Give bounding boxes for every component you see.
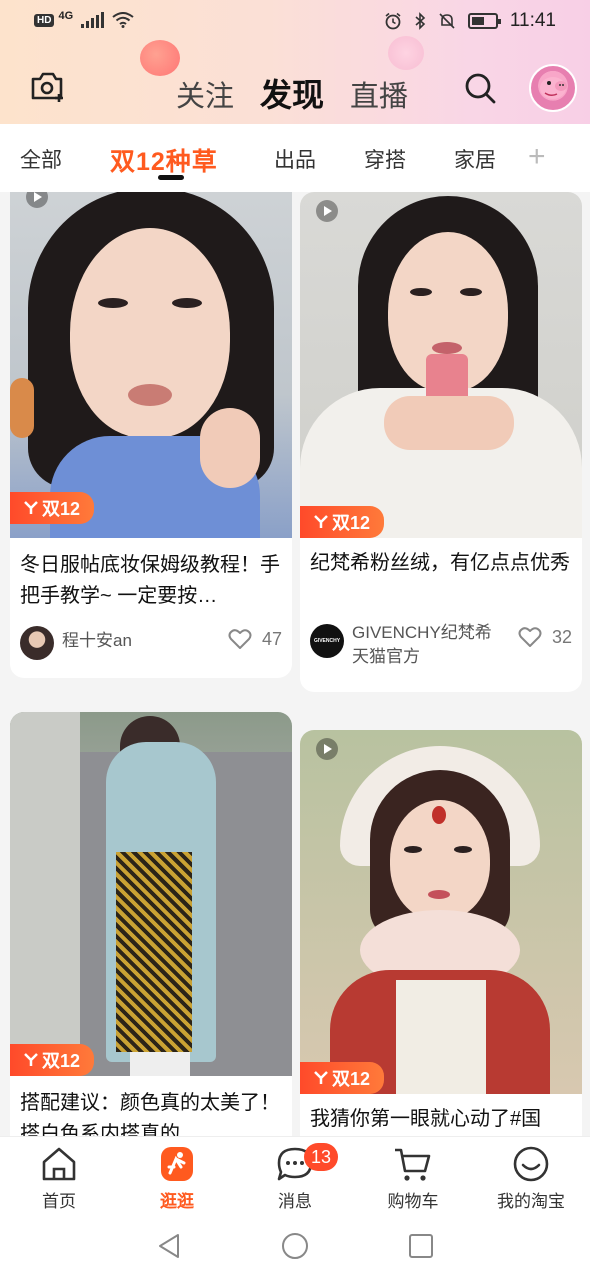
home-circle-icon[interactable] <box>281 1232 309 1260</box>
double12-tag: 双12 <box>300 1062 384 1094</box>
heart-icon[interactable] <box>228 628 252 650</box>
brand-avatar[interactable]: GIVENCHY <box>310 624 344 658</box>
card-title: 我猜你第一眼就心动了#国 <box>310 1108 542 1130</box>
like-count: 47 <box>261 629 282 649</box>
card-meta: 程十安an 47 <box>20 624 282 664</box>
peppa-avatar-icon <box>540 77 567 99</box>
status-time: 11:41 <box>509 10 556 31</box>
wifi-icon <box>112 12 134 28</box>
smile-icon <box>513 1146 549 1182</box>
search-icon[interactable] <box>462 70 498 106</box>
card-image: 双12 <box>10 712 292 1076</box>
tab-follow[interactable]: 关注 <box>176 73 234 115</box>
feed-card[interactable]: 双12 我猜你第一眼就心动了#国 <box>300 730 582 1136</box>
card-image: 双12 <box>10 192 292 538</box>
nav-item-my-taobao[interactable]: 我的淘宝 <box>476 1145 586 1212</box>
decoration-gift-icon <box>388 36 424 70</box>
nav-item-messages[interactable]: 13 消息 <box>240 1143 350 1212</box>
card-image: 双12 <box>300 192 582 538</box>
nav-item-home[interactable]: 首页 <box>4 1145 114 1212</box>
bluetooth-icon <box>415 12 426 30</box>
card-title: 搭配建议：颜色真的太美了！搭白色系内搭真的 <box>20 1092 280 1136</box>
double12-tag: 双12 <box>10 1044 94 1076</box>
tab-discover[interactable]: 发现 <box>260 70 324 116</box>
decoration-heart-icon <box>140 40 180 76</box>
feed-card[interactable]: 双12 搭配建议：颜色真的太美了！搭白色系内搭真的 <box>10 712 292 1136</box>
tag-y-icon <box>24 1053 38 1066</box>
category-home[interactable]: 家居 <box>454 144 496 174</box>
tag-y-icon <box>314 515 328 528</box>
heart-icon[interactable] <box>518 626 542 648</box>
top-tabs: 关注 发现 直播 <box>176 70 408 116</box>
bottom-nav: 首页 逛逛 13 消息 购物车 我的淘宝 <box>0 1136 590 1220</box>
category-products[interactable]: 出品 <box>274 144 316 174</box>
camera-add-icon[interactable] <box>30 70 66 104</box>
double12-tag: 双12 <box>300 506 384 538</box>
category-active-indicator <box>158 175 184 180</box>
add-category-button[interactable]: + <box>528 140 546 174</box>
nav-item-browse[interactable]: 逛逛 <box>122 1145 232 1212</box>
category-all[interactable]: 全部 <box>20 144 62 174</box>
author-name-line2[interactable]: 天猫官方 <box>352 646 522 668</box>
card-meta: GIVENCHY GIVENCHY纪梵希 天猫官方 32 <box>310 622 572 672</box>
message-count-badge: 13 <box>304 1143 338 1171</box>
tag-y-icon <box>314 1071 328 1084</box>
top-header: HD 4G 11:41 关注 发现 直播 <box>0 0 590 124</box>
network-type: 4G <box>58 10 74 22</box>
category-outfits[interactable]: 穿搭 <box>364 144 406 174</box>
signal-icon <box>81 12 105 28</box>
author-avatar[interactable] <box>20 626 54 660</box>
status-bar: HD 4G 11:41 <box>0 0 590 44</box>
user-avatar[interactable] <box>529 64 577 112</box>
video-play-icon <box>26 192 48 208</box>
recents-icon[interactable] <box>408 1233 434 1259</box>
like-count: 32 <box>551 627 572 647</box>
category-double12[interactable]: 双12种草 <box>110 142 218 178</box>
battery-icon <box>467 13 501 29</box>
author-name[interactable]: 程十安an <box>62 630 222 652</box>
home-icon <box>42 1147 76 1181</box>
feed-card[interactable]: 双12 冬日服帖底妆保姆级教程！手把手教学~ 一定要按… 程十安an 47 <box>10 192 292 678</box>
card-title: 纪梵希粉丝绒，有亿点点优秀 <box>310 552 570 574</box>
alarm-icon <box>385 12 401 30</box>
feed-card[interactable]: 双12 纪梵希粉丝绒，有亿点点优秀 GIVENCHY GIVENCHY纪梵希 天… <box>300 192 582 692</box>
tab-live[interactable]: 直播 <box>350 73 408 115</box>
tag-y-icon <box>24 501 38 514</box>
mute-bell-icon <box>439 13 455 29</box>
video-play-icon <box>316 200 338 222</box>
card-image: 双12 <box>300 730 582 1094</box>
category-bar: 全部 双12种草 出品 穿搭 家居 + <box>0 124 590 192</box>
cart-icon <box>395 1148 431 1181</box>
feed: 双12 冬日服帖底妆保姆级教程！手把手教学~ 一定要按… 程十安an 47 双1… <box>0 192 590 1136</box>
double12-tag: 双12 <box>10 492 94 524</box>
system-nav-bar <box>0 1220 590 1278</box>
back-icon[interactable] <box>156 1232 182 1260</box>
card-title: 冬日服帖底妆保姆级教程！手把手教学~ 一定要按… <box>20 554 280 607</box>
nav-item-cart[interactable]: 购物车 <box>358 1145 468 1212</box>
author-name-line1[interactable]: GIVENCHY纪梵希 <box>352 622 522 644</box>
browse-icon <box>161 1147 193 1181</box>
hd-badge: HD <box>34 13 55 27</box>
video-play-icon <box>316 738 338 760</box>
